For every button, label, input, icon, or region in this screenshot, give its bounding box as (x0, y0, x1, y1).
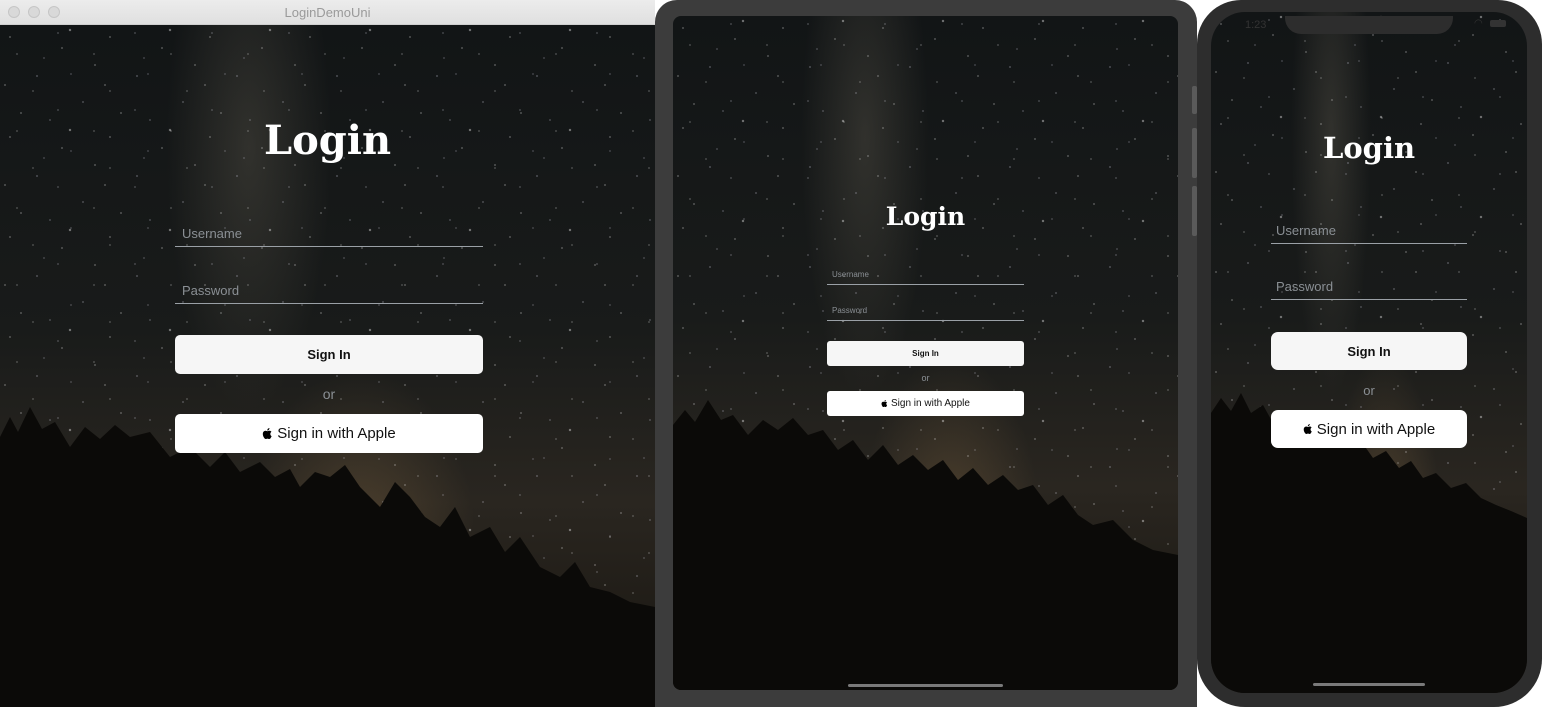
username-input[interactable] (1274, 222, 1467, 239)
sign-in-button[interactable]: Sign In (175, 335, 483, 374)
battery-icon (1490, 20, 1506, 27)
username-field[interactable] (827, 264, 1024, 285)
login-title: Login (1322, 131, 1416, 165)
iphone-home-indicator[interactable] (1313, 683, 1425, 686)
screenshot-stage: LoginDemoUni Login Sign In or Sign in wi… (0, 0, 1542, 707)
mac-title-bar: LoginDemoUni (0, 0, 655, 25)
sign-in-with-apple-button[interactable]: Sign in with Apple (1271, 410, 1467, 448)
or-separator: or (921, 373, 930, 383)
iphone-notch (1285, 16, 1453, 34)
wifi-icon: ◠ (1474, 18, 1483, 29)
sign-in-with-apple-button[interactable]: Sign in with Apple (827, 391, 1024, 416)
password-field[interactable] (827, 300, 1024, 321)
username-field[interactable] (175, 214, 483, 247)
forest-silhouette (673, 400, 1178, 690)
apple-button-label: Sign in with Apple (1316, 420, 1436, 438)
window-title: LoginDemoUni (284, 5, 371, 20)
apple-logo-icon (881, 400, 888, 407)
status-time: 1:23 (1245, 19, 1267, 31)
password-field[interactable] (175, 271, 483, 304)
password-input[interactable] (1274, 278, 1467, 295)
sign-in-label: Sign In (1347, 343, 1391, 359)
mac-window: LoginDemoUni Login Sign In or Sign in wi… (0, 0, 655, 707)
apple-logo-icon (1303, 424, 1312, 434)
apple-button-label: Sign in with Apple (277, 425, 396, 442)
sign-in-button[interactable]: Sign In (1271, 332, 1467, 370)
ipad-home-indicator[interactable] (848, 684, 1003, 687)
apple-button-label: Sign in with Apple (891, 398, 970, 409)
password-field[interactable] (1271, 268, 1467, 300)
password-input[interactable] (830, 305, 1024, 316)
login-title: Login (885, 202, 966, 231)
or-separator: or (322, 386, 336, 402)
username-input[interactable] (180, 225, 483, 242)
login-title: Login (263, 117, 392, 164)
or-separator: or (1363, 383, 1375, 398)
sign-in-with-apple-button[interactable]: Sign in with Apple (175, 414, 483, 453)
username-input[interactable] (830, 269, 1024, 280)
username-field[interactable] (1271, 212, 1467, 244)
sign-in-button[interactable]: Sign In (827, 341, 1024, 366)
sign-in-label: Sign In (912, 349, 939, 358)
sign-in-label: Sign In (307, 347, 351, 362)
password-input[interactable] (180, 282, 483, 299)
apple-logo-icon (263, 428, 272, 439)
